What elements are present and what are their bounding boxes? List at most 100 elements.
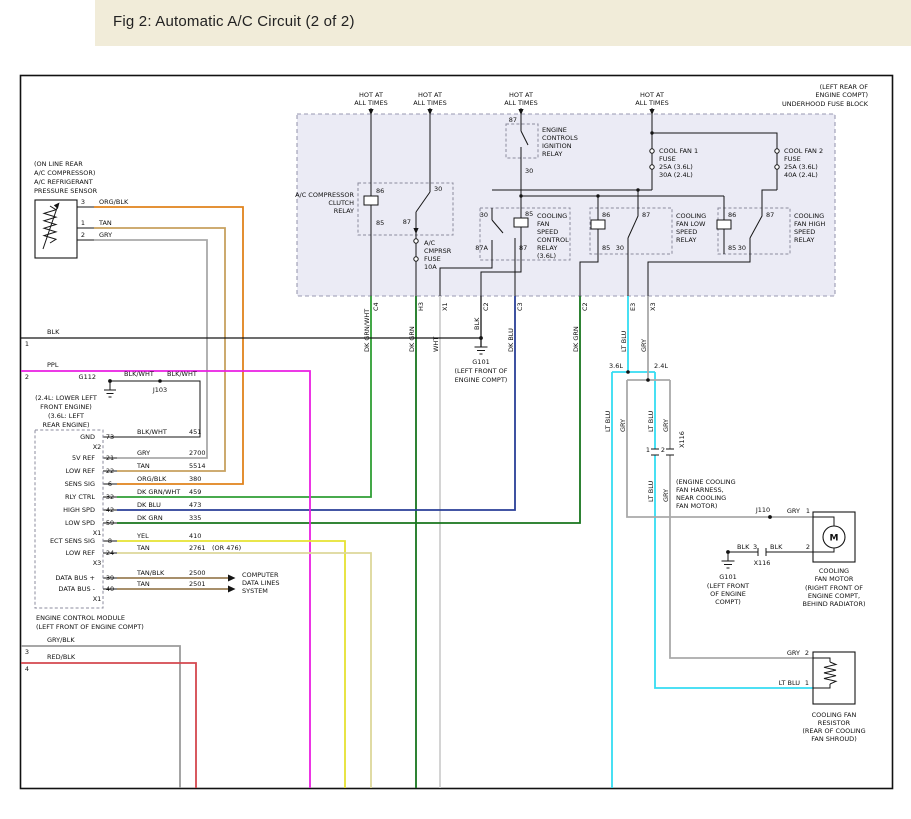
- resistor-wire-color: GRY: [787, 649, 800, 657]
- ac-relay-label: A/C COMPRESSOR: [295, 191, 354, 199]
- sensor-note: A/C COMPRESSOR): [34, 169, 95, 177]
- low-relay-label: RELAY: [676, 236, 696, 244]
- cool-fan1-fuse-label: COOL FAN 1: [659, 147, 698, 155]
- ground-g101r-note: COMPT): [715, 598, 741, 606]
- motor-ground-connector: X116: [754, 559, 771, 567]
- ecm-row-pin: 6: [108, 480, 112, 488]
- ecm-row-circuit: 2500: [189, 569, 206, 577]
- j110-junction-label: J110: [755, 506, 770, 514]
- motor-m-label: M: [830, 534, 839, 544]
- ecm-row-circuit: 459: [189, 488, 201, 496]
- connector-ref: C2: [482, 302, 490, 311]
- data-lines-label: SYSTEM: [242, 587, 268, 595]
- connector-ref: E3: [629, 303, 637, 311]
- g112-note: (2.4L: LOWER LEFT: [35, 394, 97, 402]
- left-wire-num: 4: [25, 665, 29, 673]
- wire-color-label: LT BLU: [647, 480, 655, 502]
- ecm-row-circuit: 410: [189, 532, 201, 540]
- x116-connector-label: X116: [678, 431, 686, 448]
- motor-ground-pin: 2: [806, 543, 810, 551]
- wire-color-label: LT BLU: [620, 330, 628, 352]
- left-wire-label: GRY/BLK: [47, 636, 75, 644]
- ground-g101-note: ENGINE COMPT): [455, 376, 508, 384]
- sensor-wire-color: ORG/BLK: [99, 198, 129, 206]
- wire-color-label: DK GRN/WHT: [363, 309, 371, 352]
- fuse-block-location: UNDERHOOD FUSE BLOCK: [782, 100, 869, 108]
- ecm-row-color: TAN/BLK: [136, 569, 165, 577]
- fuse-block-location: ENGINE COMPT): [815, 91, 868, 99]
- low-relay-label: COOLING: [676, 212, 706, 220]
- wire-color-label: DK GRN: [408, 326, 416, 352]
- ecm-row-color: DK BLU: [137, 501, 161, 509]
- ac-relay-pin: 86: [376, 187, 384, 195]
- cool-fan1-fuse-label: 25A (3.6L): [659, 163, 693, 171]
- motor-wire-pin: 1: [806, 507, 810, 515]
- left-wire-label: BLK: [47, 328, 60, 336]
- connector-ref: X1: [441, 302, 449, 311]
- ecm-row-circuit: 380: [189, 475, 201, 483]
- hot-label: ALL TIMES: [635, 99, 668, 107]
- left-wire-num: 1: [25, 340, 29, 348]
- ecm-row-color: TAN: [136, 544, 150, 552]
- ecm-row-color: TAN: [136, 462, 150, 470]
- resistor-wire-color: LT BLU: [779, 679, 801, 687]
- sensor-note: (ON LINE REAR: [34, 160, 83, 168]
- high-relay-pin: 87: [766, 211, 774, 219]
- cfsc-relay-pin: 87: [519, 244, 527, 252]
- ecm-row-pin: 42: [106, 506, 114, 514]
- ecm-row-color: YEL: [136, 532, 149, 540]
- cfsc-relay-pin: 30: [480, 211, 488, 219]
- resistor-label: FAN SHROUD): [811, 735, 856, 743]
- motor-label: (RIGHT FRONT OF: [805, 584, 863, 592]
- high-relay-pin: 30: [738, 244, 746, 252]
- hot-label: ALL TIMES: [413, 99, 446, 107]
- ecm-row-extra: (OR 476): [212, 544, 241, 552]
- resistor-wire-pin: 2: [805, 649, 809, 657]
- ignition-relay-label: CONTROLS: [542, 134, 578, 142]
- sensor-pin: 1: [81, 219, 85, 227]
- high-relay-label: RELAY: [794, 236, 814, 244]
- ecm-row-name: LOW REF: [66, 549, 96, 557]
- ecm-row-name: DATA BUS -: [58, 585, 95, 593]
- motor-label: FAN MOTOR: [815, 575, 854, 583]
- ecm-row-pin: 59: [106, 519, 114, 527]
- ecm-row-pin: 39: [106, 574, 114, 582]
- j103-junction-label: J103: [152, 386, 167, 394]
- cool-fan2-fuse-label: 25A (3.6L): [784, 163, 818, 171]
- ecm-row-pin: 22: [106, 467, 114, 475]
- wire-color-label: LT BLU: [604, 410, 612, 432]
- ecm-row-circuit: 5514: [189, 462, 206, 470]
- resistor-wire-pin: 1: [805, 679, 809, 687]
- ac-fuse-label: CMPRSR: [424, 247, 452, 255]
- cfsc-relay-pin: 87A: [475, 244, 488, 252]
- low-relay-pin: 86: [602, 211, 610, 219]
- connector-ref: H3: [417, 302, 425, 311]
- ecm-row-color: GRY: [137, 449, 150, 457]
- ground-g101r-note: OF ENGINE: [710, 590, 746, 598]
- cfsc-relay-label: RELAY: [537, 244, 557, 252]
- connector-ref: C3: [516, 302, 524, 311]
- harness-note: FAN MOTOR): [676, 502, 717, 510]
- ignition-relay-label: RELAY: [542, 150, 562, 158]
- wiring-diagram: HOT AT ALL TIMES HOT AT ALL TIMES HOT AT…: [0, 0, 911, 819]
- ecm-connector-ref: X1: [93, 595, 102, 603]
- cool-fan2-fuse-label: FUSE: [784, 155, 801, 163]
- ecm-row-circuit: 2501: [189, 580, 206, 588]
- ecm-row-color: BLK/WHT: [137, 428, 167, 436]
- ac-fuse-label: FUSE: [424, 255, 441, 263]
- ecm-row-pin: 24: [106, 549, 114, 557]
- ecm-row-name: DATA BUS +: [55, 574, 95, 582]
- sensor-pin: 2: [81, 231, 85, 239]
- ecm-row-pin: 32: [106, 493, 114, 501]
- hot-label: HOT AT: [418, 91, 442, 99]
- ecm-row-pin: 40: [106, 585, 114, 593]
- g112-note: FRONT ENGINE): [40, 403, 92, 411]
- ecm-connector-ref: X3: [93, 559, 102, 567]
- ecm-row-name: HIGH SPD: [63, 506, 95, 514]
- hot-label: HOT AT: [640, 91, 664, 99]
- ignition-relay-label: IGNITION: [542, 142, 572, 150]
- motor-label: ENGINE COMPT,: [808, 592, 860, 600]
- motor-ground-wire: BLK: [770, 543, 783, 551]
- harness-note: FAN HARNESS,: [676, 486, 724, 494]
- hot-label: HOT AT: [509, 91, 533, 99]
